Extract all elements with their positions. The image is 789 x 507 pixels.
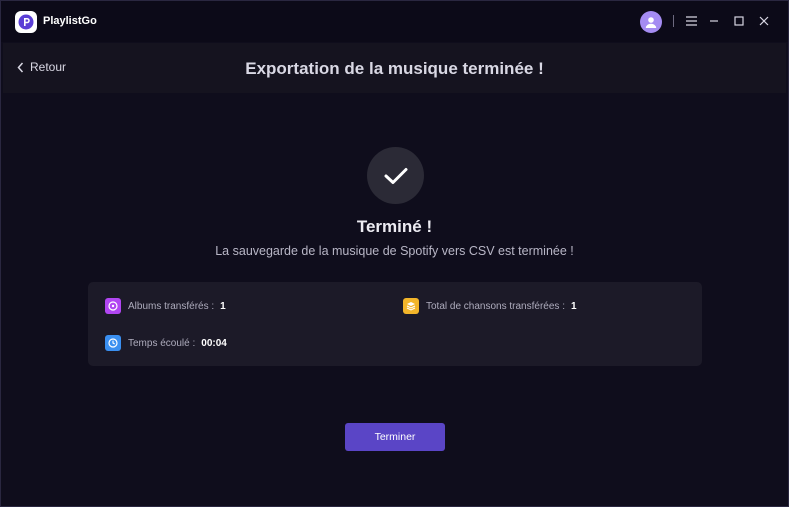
maximize-button[interactable] [730,12,748,30]
clock-icon [105,335,121,351]
albums-stat-value: 1 [220,300,226,312]
hamburger-icon [685,16,697,26]
success-badge [367,147,424,204]
songs-stat-label: Total de chansons transférées : [426,300,565,312]
stack-icon [403,298,419,314]
app-window: PlaylistGo Retour Exportation de la musi… [0,0,789,507]
result-subtitle: La sauvegarde de la musique de Spotify v… [215,244,574,258]
maximize-icon [734,16,744,26]
album-icon [105,298,121,314]
user-icon [645,17,657,28]
close-icon [759,16,769,26]
songs-stat-value: 1 [570,300,577,312]
time-stat-label: Temps écoulé : [128,337,196,349]
checkmark-icon [384,167,407,184]
minimize-icon [710,20,718,22]
finish-button[interactable]: Terminer [345,423,445,451]
app-logo [15,11,37,33]
minimize-button[interactable] [705,12,723,30]
transfer-summary-panel: Albums transférés : 1 Total de chansons … [88,282,702,366]
menu-button[interactable] [682,12,700,30]
close-button[interactable] [755,12,773,30]
app-name: PlaylistGo [43,15,97,27]
title-bar: PlaylistGo [1,1,788,42]
time-stat-value: 00:04 [201,337,227,349]
albums-stat-label: Albums transférés : [128,300,215,312]
time-stat: Temps écoulé : 00:04 [105,335,227,351]
page-header: Retour Exportation de la musique terminé… [3,43,786,93]
songs-stat: Total de chansons transférées : 1 [403,298,577,314]
title-bar-separator [673,15,674,27]
user-avatar[interactable] [640,11,662,33]
albums-stat: Albums transférés : 1 [105,298,226,314]
page-title: Exportation de la musique terminée ! [245,59,544,78]
result-title: Terminé ! [356,217,433,236]
